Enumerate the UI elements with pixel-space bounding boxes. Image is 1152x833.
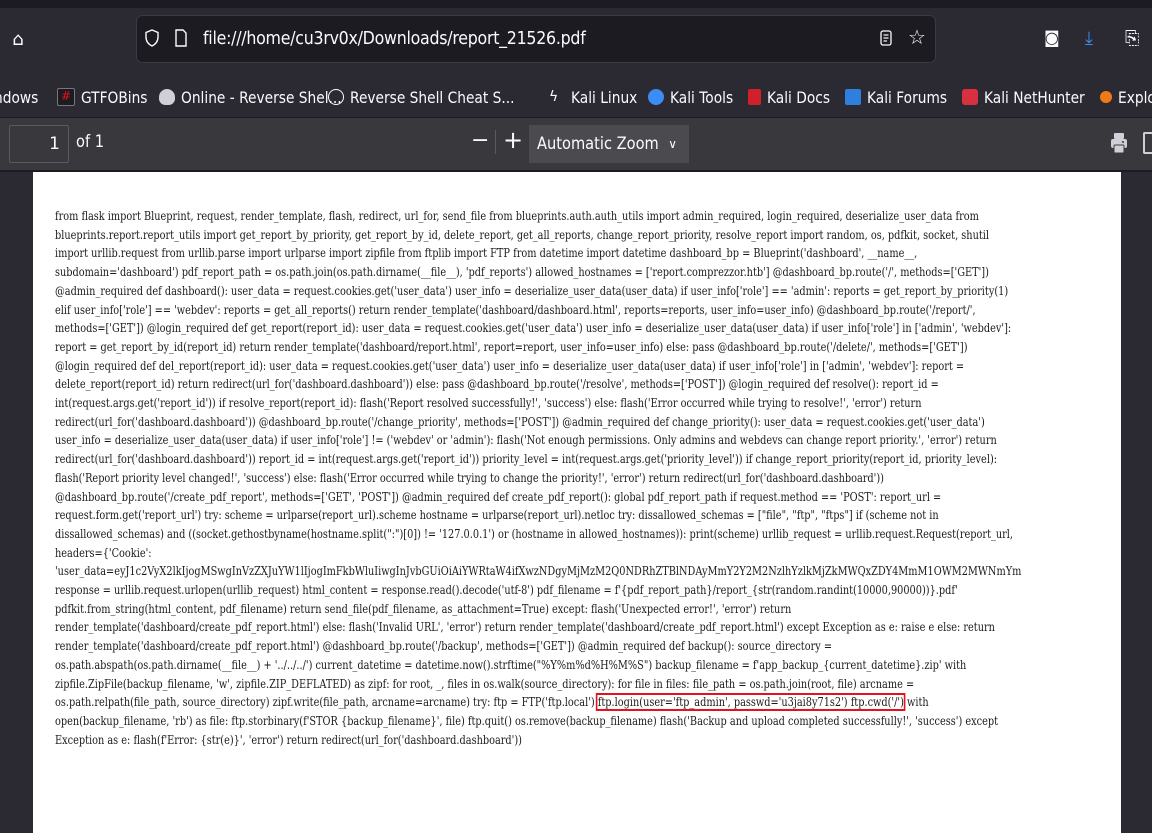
- print-icon[interactable]: [1110, 132, 1128, 154]
- pdf-toolbar: 1 of 1 − + Automatic Zoom ∨: [0, 118, 1152, 172]
- text-line: blueprints.report.report_utils import ge…: [55, 227, 989, 242]
- text-line-highlighted: os.path.relpath(file_path, source_direct…: [55, 693, 1115, 712]
- text-line: request.form.get('report_url') try: sche…: [55, 508, 939, 523]
- text-line: @admin_required def dashboard(): user_da…: [55, 283, 1009, 298]
- text-line: methods=['GET']) @login_required def get…: [55, 321, 1012, 336]
- bookmark-kali-tools[interactable]: Kali Tools: [648, 86, 743, 108]
- globe-icon: [328, 89, 344, 105]
- pdf-page: from flask import Blueprint, request, re…: [33, 172, 1121, 833]
- home-icon[interactable]: ⌂: [8, 29, 28, 51]
- bookmark-label: Reverse Shell Cheat S...: [350, 87, 515, 107]
- bookmark-windows[interactable]: ndows: [0, 86, 46, 108]
- text-line: subdomain='dashboard') pdf_report_path =…: [55, 265, 989, 280]
- bookmark-reverse-shell-cheat-sheet[interactable]: Reverse Shell Cheat S...: [328, 86, 541, 108]
- text-line: 'user_data=eyJ1c2VyX2lkIjogMSwgInVzZXJuY…: [55, 564, 1022, 579]
- text-line: zipfile.ZipFile(backup_filename, 'w', zi…: [55, 676, 915, 691]
- bookmark-kali-forums[interactable]: Kali Forums: [845, 86, 960, 108]
- kali-docs-icon: [748, 89, 761, 105]
- reader-view-icon[interactable]: [880, 30, 892, 46]
- page-count: of 1: [76, 132, 105, 152]
- text-line: redirect(url_for('dashboard.dashboard'))…: [55, 414, 985, 429]
- text-line: @dashboard_bp.route('/create_pdf_report'…: [55, 489, 942, 504]
- exploit-db-icon: [1100, 91, 1112, 103]
- text-line: redirect(url_for('dashboard.dashboard'))…: [55, 452, 998, 467]
- bookmark-kali-nethunter[interactable]: Kali NetHunter: [962, 86, 1101, 108]
- text-line: flash('Report priority level changed!', …: [55, 470, 884, 485]
- bookmark-kali-docs[interactable]: Kali Docs: [748, 86, 840, 108]
- zoom-select[interactable]: Automatic Zoom ∨: [529, 125, 689, 163]
- kali-tools-icon: [648, 89, 664, 105]
- bookmark-label: ndows: [0, 87, 39, 107]
- pdf-viewer[interactable]: from flask import Blueprint, request, re…: [0, 172, 1152, 833]
- text-line: render_template('dashboard/create_pdf_re…: [55, 620, 995, 635]
- bookmark-label: Exploit: [1118, 87, 1152, 107]
- extensions-icon[interactable]: ⎘: [1125, 28, 1139, 49]
- text-segment: with: [903, 695, 929, 710]
- zoom-out-button[interactable]: −: [471, 130, 489, 152]
- tracking-protection-shield-icon[interactable]: [145, 29, 159, 47]
- url-text[interactable]: file:///home/cu3rv0x/Downloads/report_21…: [203, 27, 586, 51]
- text-line: headers={'Cookie':: [55, 545, 152, 560]
- bookmarks-toolbar: ndows # GTFOBins Online - Reverse Shel..…: [0, 77, 1152, 118]
- bookmark-exploit-db[interactable]: Exploit: [1100, 86, 1152, 108]
- text-line: render_template('dashboard/create_pdf_re…: [55, 639, 833, 654]
- url-bar[interactable]: file:///home/cu3rv0x/Downloads/report_21…: [136, 15, 936, 63]
- tab-strip: [0, 0, 1152, 8]
- credentials-highlight: ftp.login(user='ftp_admin', passwd='u3ja…: [596, 693, 906, 712]
- text-line: pdfkit.from_string(html_content, pdf_fil…: [55, 601, 792, 616]
- page-icon: [175, 29, 187, 47]
- bookmark-label: Online - Reverse Shel...: [181, 87, 342, 107]
- bookmark-label: Kali Forums: [867, 87, 948, 107]
- navigation-toolbar: ⌂ file:///home/cu3rv0x/Downloads/report_…: [0, 8, 1152, 77]
- text-line: from flask import Blueprint, request, re…: [55, 209, 979, 223]
- bookmark-label: Kali Docs: [767, 87, 830, 107]
- chevron-down-icon: ∨: [668, 137, 677, 151]
- text-line: user_info = deserialize_user_data(user_d…: [55, 433, 997, 448]
- text-line: import urllib.request from urllib.parse …: [55, 246, 918, 261]
- text-line: delete_report(report_id) return redirect…: [55, 377, 939, 392]
- text-line: int(request.args.get('report_id')) if re…: [55, 396, 922, 411]
- text-line: response = urllib.request.urlopen(urllib…: [55, 583, 958, 598]
- star-icon[interactable]: ☆: [908, 26, 926, 48]
- save-icon[interactable]: [1143, 132, 1152, 154]
- text-line: os.path.abspath(os.path.dirname(__file__…: [55, 657, 967, 672]
- gtfobins-icon: #: [57, 88, 75, 106]
- bookmark-label: GTFOBins: [81, 87, 148, 107]
- bookmark-kali-linux[interactable]: ϟ Kali Linux: [549, 86, 648, 108]
- text-line: @login_required def del_report(report_id…: [55, 358, 965, 373]
- text-line: open(backup_filename, 'rb') as file: ftp…: [55, 713, 999, 728]
- download-icon[interactable]: ⤓: [1085, 28, 1093, 49]
- bookmark-label: Kali Tools: [670, 87, 734, 107]
- bookmark-label: Kali NetHunter: [984, 87, 1085, 107]
- text-segment: os.path.relpath(file_path, source_direct…: [55, 695, 598, 710]
- kali-nethunter-icon: [962, 89, 978, 105]
- page-number-input[interactable]: 1: [9, 125, 69, 163]
- pocket-icon[interactable]: ◙: [1044, 28, 1060, 47]
- document-text: from flask import Blueprint, request, re…: [55, 207, 1115, 749]
- text-line: dissallowed_schemas) and ((socket.gethos…: [55, 526, 1014, 541]
- bookmark-gtfobins[interactable]: # GTFOBins: [57, 86, 158, 108]
- text-line: elif user_info['role'] == 'webdev': repo…: [55, 302, 976, 317]
- kali-forums-icon: [845, 89, 861, 105]
- kali-dragon-icon: ϟ: [549, 89, 559, 105]
- zoom-separator: [495, 130, 496, 154]
- skull-icon: [159, 89, 175, 105]
- zoom-in-button[interactable]: +: [503, 128, 523, 152]
- zoom-select-label: Automatic Zoom: [537, 134, 659, 154]
- text-line: report = get_report_by_id(report_id) ret…: [55, 339, 968, 354]
- bookmark-label: Kali Linux: [571, 87, 638, 107]
- text-line: Exception as e: flash(f'Error: {str(e)}'…: [55, 732, 522, 747]
